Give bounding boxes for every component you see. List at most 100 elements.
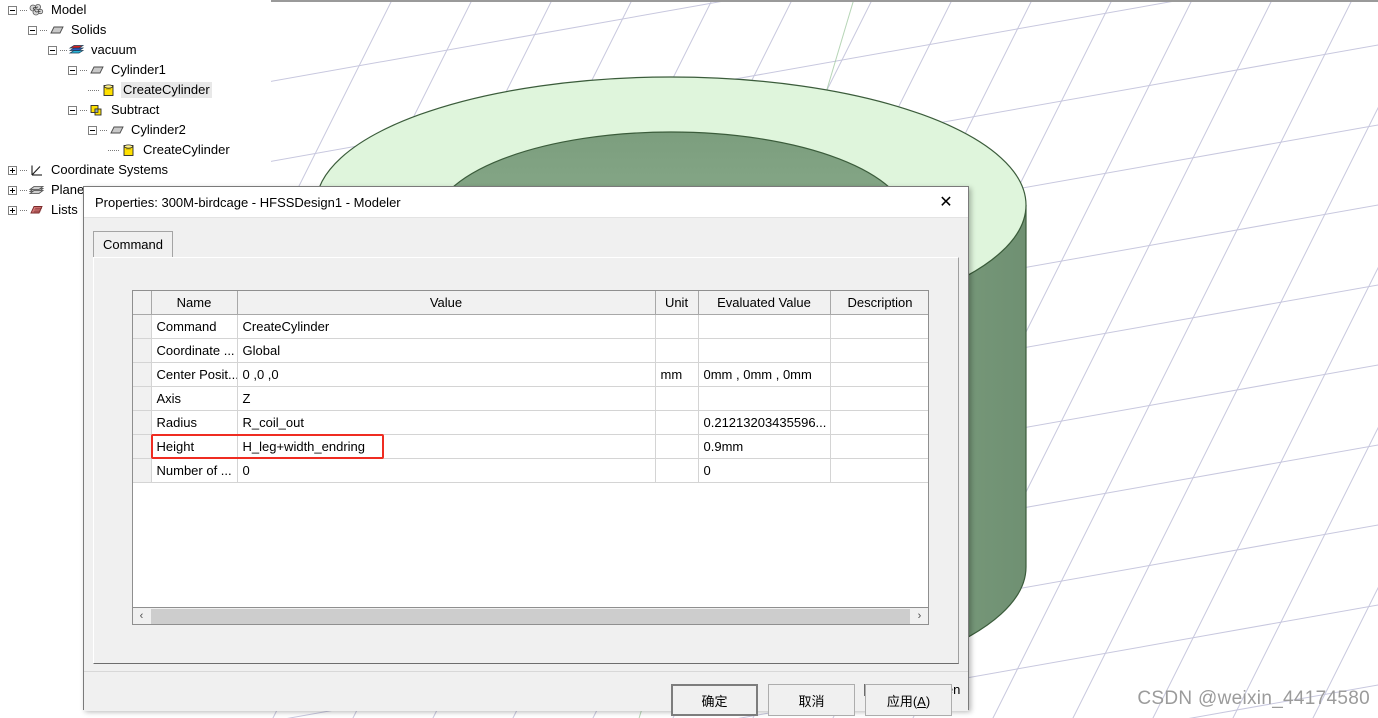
- row-selector-cell[interactable]: [133, 362, 152, 387]
- ok-button[interactable]: 确定: [671, 684, 758, 716]
- cell-name[interactable]: Height: [151, 434, 238, 459]
- cell-name[interactable]: Command: [151, 314, 238, 339]
- cell-evaluated[interactable]: 0mm , 0mm , 0mm: [698, 362, 831, 387]
- cell-unit[interactable]: [655, 458, 699, 483]
- column-header-description[interactable]: Description: [830, 291, 928, 315]
- cell-name[interactable]: Radius: [151, 410, 238, 435]
- table-row[interactable]: Center Posit... 0 ,0 ,0 mm 0mm , 0mm , 0mm: [133, 362, 928, 387]
- apply-button[interactable]: 应用(A): [865, 684, 952, 716]
- coordsys-icon: [28, 163, 45, 178]
- scroll-right-icon[interactable]: ›: [911, 609, 928, 624]
- cell-evaluated[interactable]: 0.9mm: [698, 434, 831, 459]
- cell-evaluated[interactable]: [698, 314, 831, 339]
- collapse-minus-icon[interactable]: [88, 125, 97, 135]
- cell-evaluated[interactable]: 0.21213203435596...: [698, 410, 831, 435]
- cell-name[interactable]: Center Posit...: [151, 362, 238, 387]
- column-header-select[interactable]: [133, 291, 152, 315]
- cell-description[interactable]: [830, 386, 928, 411]
- cell-name[interactable]: Coordinate ...: [151, 338, 238, 363]
- row-selector-cell[interactable]: [133, 434, 152, 459]
- cell-name[interactable]: Number of ...: [151, 458, 238, 483]
- cell-value[interactable]: R_coil_out: [237, 410, 656, 435]
- table-row[interactable]: Height H_leg+width_endring 0.9mm: [133, 434, 928, 459]
- cell-value[interactable]: Z: [237, 386, 656, 411]
- table-row[interactable]: Radius R_coil_out 0.21213203435596...: [133, 410, 928, 435]
- cell-description[interactable]: [830, 362, 928, 387]
- tree-item-label: vacuum: [91, 42, 137, 57]
- table-row[interactable]: Axis Z: [133, 386, 928, 411]
- expand-plus-icon[interactable]: [8, 185, 17, 195]
- cell-unit[interactable]: mm: [655, 362, 699, 387]
- cylinder-icon: [120, 143, 137, 158]
- material-icon: [68, 43, 85, 58]
- cell-unit[interactable]: [655, 338, 699, 363]
- tab-command[interactable]: Command: [93, 231, 173, 257]
- row-selector-cell[interactable]: [133, 386, 152, 411]
- column-header-unit[interactable]: Unit: [655, 291, 699, 315]
- tree-item-subtract-5[interactable]: Subtract: [0, 100, 271, 120]
- cell-value[interactable]: 0: [237, 458, 656, 483]
- tree-item-coordinate-systems-8[interactable]: Coordinate Systems: [0, 160, 271, 180]
- cell-unit[interactable]: [655, 386, 699, 411]
- cell-description[interactable]: [830, 458, 928, 483]
- scroll-left-icon[interactable]: ‹: [133, 609, 150, 624]
- properties-table-wrap[interactable]: Name Value Unit Evaluated Value Descript…: [132, 290, 929, 608]
- cell-evaluated[interactable]: [698, 338, 831, 363]
- cell-value[interactable]: CreateCylinder: [237, 314, 656, 339]
- cell-description[interactable]: [830, 434, 928, 459]
- cancel-button[interactable]: 取消: [768, 684, 855, 716]
- tree-item-vacuum-2[interactable]: vacuum: [0, 40, 271, 60]
- collapse-minus-icon[interactable]: [68, 65, 77, 75]
- cell-unit[interactable]: [655, 434, 699, 459]
- tree-item-createcylinder-7[interactable]: CreateCylinder: [0, 140, 271, 160]
- tree-item-cylinder2-6[interactable]: Cylinder2: [0, 120, 271, 140]
- cell-description[interactable]: [830, 338, 928, 363]
- tree-item-createcylinder-4[interactable]: CreateCylinder: [0, 80, 271, 100]
- table-row[interactable]: Coordinate ... Global: [133, 338, 928, 363]
- tree-connector: [88, 89, 99, 91]
- properties-table: Name Value Unit Evaluated Value Descript…: [133, 291, 928, 483]
- expand-plus-icon[interactable]: [8, 205, 17, 215]
- cell-evaluated[interactable]: [698, 386, 831, 411]
- properties-dialog[interactable]: Properties: 300M-birdcage - HFSSDesign1 …: [83, 186, 969, 716]
- column-header-value[interactable]: Value: [237, 291, 656, 315]
- collapse-minus-icon[interactable]: [28, 25, 37, 35]
- tree-connector: [20, 9, 27, 11]
- cell-value[interactable]: H_leg+width_endring: [237, 434, 656, 459]
- tree-connector: [20, 209, 27, 211]
- row-selector-cell[interactable]: [133, 458, 152, 483]
- cell-value[interactable]: 0 ,0 ,0: [237, 362, 656, 387]
- column-header-evaluated[interactable]: Evaluated Value: [698, 291, 831, 315]
- expand-plus-icon[interactable]: [8, 165, 17, 175]
- table-row[interactable]: Number of ... 0 0: [133, 458, 928, 483]
- tab-strip: Command: [93, 231, 959, 258]
- cell-evaluated[interactable]: 0: [698, 458, 831, 483]
- cell-description[interactable]: [830, 314, 928, 339]
- cell-value[interactable]: Global: [237, 338, 656, 363]
- row-selector-cell[interactable]: [133, 314, 152, 339]
- collapse-minus-icon[interactable]: [48, 45, 57, 55]
- cell-description[interactable]: [830, 410, 928, 435]
- scrollbar-thumb[interactable]: [151, 608, 910, 624]
- table-horizontal-scrollbar[interactable]: ‹ ›: [132, 608, 929, 625]
- cell-name[interactable]: Axis: [151, 386, 238, 411]
- collapse-minus-icon[interactable]: [8, 5, 17, 15]
- planes-icon: [28, 183, 45, 198]
- cylinder-icon: [100, 83, 117, 98]
- row-selector-cell[interactable]: [133, 410, 152, 435]
- cell-unit[interactable]: [655, 410, 699, 435]
- tree-item-cylinder1-3[interactable]: Cylinder1: [0, 60, 271, 80]
- collapse-minus-icon[interactable]: [68, 105, 77, 115]
- tree-item-solids-1[interactable]: Solids: [0, 20, 271, 40]
- table-row[interactable]: Command CreateCylinder: [133, 314, 928, 339]
- column-header-name[interactable]: Name: [151, 291, 238, 315]
- tree-item-label: Subtract: [111, 102, 160, 117]
- dialog-titlebar[interactable]: Properties: 300M-birdcage - HFSSDesign1 …: [84, 187, 968, 218]
- tree-item-label: Solids: [71, 22, 107, 37]
- row-selector-cell[interactable]: [133, 338, 152, 363]
- tree-connector: [20, 189, 27, 191]
- cell-unit[interactable]: [655, 314, 699, 339]
- close-icon[interactable]: ✕: [924, 187, 968, 217]
- tree-item-model-0[interactable]: Model: [0, 0, 271, 20]
- table-header-row: Name Value Unit Evaluated Value Descript…: [133, 291, 928, 315]
